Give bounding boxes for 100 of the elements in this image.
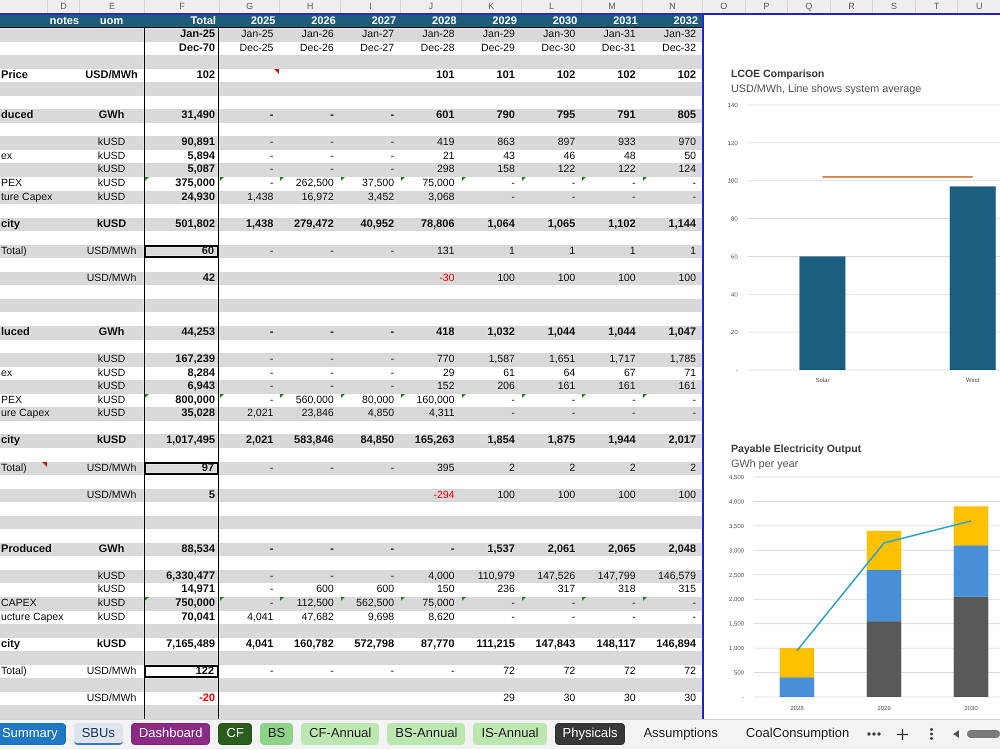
year-value: -	[330, 570, 334, 582]
year-value: 30	[624, 692, 636, 704]
year-value: 100	[558, 488, 576, 501]
year-value: 161	[618, 380, 636, 392]
corner-triangle-icon	[522, 394, 526, 398]
sheet-tab[interactable]: CF-Annual	[301, 723, 380, 746]
total-value: 90,891	[181, 136, 215, 148]
unit-label: kUSD	[98, 407, 126, 420]
year-value: 601	[436, 109, 454, 122]
row-label: city	[1, 638, 20, 650]
corner-triangle-icon	[145, 177, 149, 182]
row-label: Total)	[1, 462, 27, 474]
total-value: 750,000	[175, 596, 215, 609]
year-value: -	[270, 109, 274, 122]
unit-label: kUSD	[98, 570, 126, 582]
unit-label: kUSD	[98, 136, 126, 148]
corner-triangle-icon	[462, 177, 466, 182]
sheet-tab[interactable]: Dashboard	[130, 723, 210, 746]
year-value: -	[330, 542, 334, 555]
year-value: -	[390, 150, 394, 162]
year-value: 102	[556, 68, 576, 81]
sheet-tab[interactable]: Physicals	[554, 723, 626, 746]
year-value: 970	[678, 136, 696, 148]
row-label: PEX	[1, 394, 22, 406]
year-value: 50	[684, 150, 696, 162]
year-value: 150	[436, 583, 454, 596]
year-value: 395	[436, 462, 454, 474]
year-value: 1,438	[247, 190, 274, 203]
year-value: -	[270, 542, 274, 555]
row-label: ex	[1, 150, 12, 162]
year-value: -	[270, 353, 274, 366]
year-value: 64	[564, 366, 576, 379]
total-value: 42	[202, 272, 215, 284]
year-value: 100	[678, 272, 696, 284]
year-value: 318	[618, 583, 636, 596]
sheet-tab[interactable]: BS-Annual	[387, 723, 466, 746]
year-value: 147,799	[598, 570, 636, 582]
corner-triangle-icon	[145, 596, 149, 601]
year-value: 805	[678, 109, 696, 122]
sheet-tab[interactable]: Summary	[0, 723, 66, 746]
plus-icon[interactable]	[897, 728, 908, 740]
sheet-tab[interactable]: CoalConsumption	[736, 723, 860, 746]
unit-label: kUSD	[98, 583, 126, 596]
year-value: 897	[558, 136, 576, 148]
year-value: -	[692, 394, 696, 406]
ellipsis-icon[interactable]	[867, 732, 882, 736]
year-value: -	[390, 326, 394, 338]
year-value: 158	[497, 163, 515, 176]
year-value: 933	[618, 136, 636, 148]
year-value: -	[390, 244, 394, 257]
year-value: 161	[558, 380, 576, 392]
year-value: 87,770	[420, 638, 454, 650]
scrollbar-thumb[interactable]	[967, 730, 1000, 738]
year-value: -	[270, 244, 274, 257]
year-value: 262,500	[296, 177, 334, 190]
year-value: 101	[496, 68, 515, 81]
year-value: 1,875	[548, 434, 576, 446]
vertical-ellipsis-icon[interactable]	[930, 728, 934, 740]
year-value: 2,021	[247, 407, 274, 420]
unit-label: USD/MWh	[86, 462, 136, 474]
sheet-tab[interactable]: IS-Annual	[473, 723, 547, 746]
total-value: 8,284	[187, 366, 215, 379]
year-value: -	[330, 163, 334, 176]
year-value: 43	[503, 150, 515, 162]
year-value: -	[270, 583, 274, 596]
year-value: -	[330, 109, 334, 122]
year-value: 40,952	[360, 218, 394, 230]
year-value: -	[390, 570, 394, 582]
period-date: Dec-27	[360, 42, 394, 54]
year-value: -30	[439, 272, 454, 284]
year-value: -	[572, 190, 576, 203]
year-value: 2,021	[246, 434, 274, 446]
unit-label: USD/MWh	[86, 488, 136, 501]
chart-title: LCOE Comparison	[731, 68, 824, 81]
sheet-tab[interactable]: SBUs	[74, 723, 123, 746]
year-value: 3,068	[428, 190, 454, 203]
year-value: 30	[564, 692, 576, 704]
sheet-tab[interactable]: CF	[218, 723, 252, 746]
year-value: 1,944	[608, 434, 636, 446]
year-value: 152	[436, 380, 454, 392]
year-value: 419	[436, 136, 454, 148]
year-value: -	[390, 136, 394, 148]
year-value: 160,782	[294, 638, 334, 650]
period-date: Jan-25	[180, 28, 215, 40]
left-arrow-icon[interactable]	[953, 730, 960, 738]
year-value: -	[270, 366, 274, 379]
year-value: 236	[497, 583, 515, 596]
year-value: 1,587	[488, 353, 515, 366]
total-value: 88,534	[181, 542, 215, 555]
year-value: -	[692, 596, 696, 609]
year-value: -	[270, 163, 274, 176]
sheet-tab[interactable]: Assumptions	[633, 723, 728, 746]
year-value: 48	[624, 150, 636, 162]
year-value: 317	[558, 583, 576, 596]
sheet-tab[interactable]: BS	[260, 723, 294, 746]
row-label: ure Capex	[1, 407, 50, 420]
corner-triangle-icon	[582, 394, 586, 398]
row-label: ex	[1, 366, 12, 379]
unit-label: kUSD	[98, 163, 126, 176]
year-value: -	[511, 190, 515, 203]
